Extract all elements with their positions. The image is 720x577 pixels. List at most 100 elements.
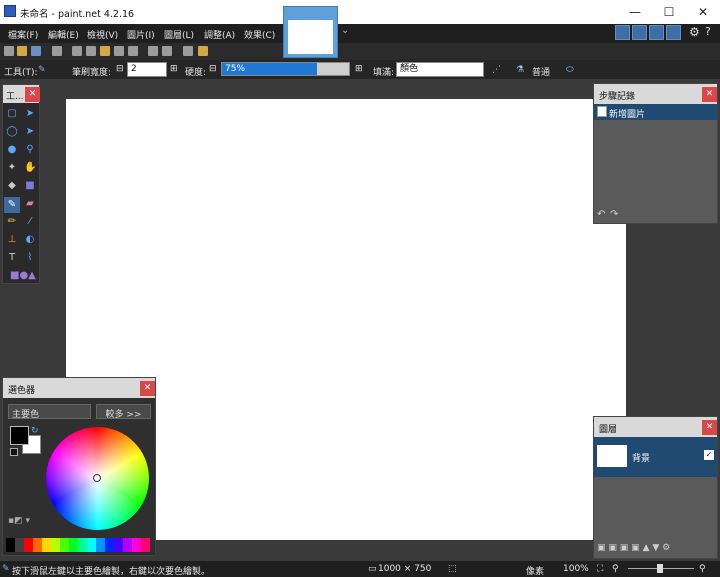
color-wheel-cursor[interactable] [93, 474, 101, 482]
menu-layers[interactable]: 圖層(L) [164, 28, 194, 41]
palette-menu-icon[interactable]: ▪◩ ▾ [8, 516, 30, 526]
shapes-icon[interactable]: ■●▲ [10, 270, 36, 282]
zoom-in-icon[interactable]: ⚲ [699, 564, 706, 574]
ruler-icon[interactable] [198, 46, 208, 56]
layer-row[interactable]: 背景 ✓ [594, 437, 717, 477]
zoom-out-icon[interactable]: ⚲ [612, 564, 619, 574]
increase-width-icon[interactable]: ⊞ [170, 64, 178, 74]
units-select[interactable]: 像素 [526, 564, 544, 577]
menu-view[interactable]: 檢視(V) [87, 28, 118, 41]
blend-mode-select[interactable]: 普通 [532, 65, 550, 78]
color-mode-select[interactable]: 主要色 [8, 404, 91, 420]
palette-swatch[interactable] [123, 538, 132, 552]
layers-window-icon[interactable] [649, 25, 664, 40]
selection-mode-icon[interactable]: ⬭ [566, 65, 574, 75]
palette-swatch[interactable] [24, 538, 33, 552]
color-palette[interactable] [6, 538, 151, 552]
paintbrush-icon[interactable]: ✎ [38, 65, 46, 75]
history-item[interactable]: 新增圖片 [594, 104, 717, 120]
clone-stamp-icon[interactable]: ⊥ [6, 234, 18, 246]
palette-swatch[interactable] [42, 538, 51, 552]
copy-icon[interactable] [86, 46, 96, 56]
redo-icon[interactable] [162, 46, 172, 56]
menu-edit[interactable]: 編輯(E) [48, 28, 79, 41]
move-selection-icon[interactable]: ➤ [24, 126, 36, 138]
palette-swatch[interactable] [141, 538, 150, 552]
grid-icon[interactable] [183, 46, 193, 56]
paint-bucket-icon[interactable]: ◆ [6, 180, 18, 192]
menu-file[interactable]: 檔案(F) [8, 28, 38, 41]
cut-icon[interactable] [72, 46, 82, 56]
menu-adjustments[interactable]: 調整(A) [204, 28, 235, 41]
antialias-icon[interactable]: ⋰ [492, 65, 501, 75]
more-colors-button[interactable]: 較多 >> [96, 404, 151, 420]
palette-swatch[interactable] [15, 538, 24, 552]
new-icon[interactable] [4, 46, 14, 56]
color-picker-icon[interactable]: ⁄ [24, 216, 36, 228]
recolor-icon[interactable]: ◐ [24, 234, 36, 246]
menu-image[interactable]: 圖片(I) [127, 28, 155, 41]
palette-swatch[interactable] [51, 538, 60, 552]
zoom-to-window-icon[interactable]: ⛶ [597, 564, 603, 574]
palette-swatch[interactable] [69, 538, 78, 552]
text-icon[interactable]: T [6, 252, 18, 264]
color-wheel[interactable] [46, 427, 149, 530]
undo-icon[interactable]: ↶ [597, 209, 605, 220]
help-icon[interactable]: ? [705, 25, 711, 38]
palette-swatch[interactable] [78, 538, 87, 552]
lasso-select-icon[interactable]: ◯ [6, 126, 18, 138]
primary-color-swatch[interactable] [10, 426, 29, 445]
line-curve-icon[interactable]: ⌇ [24, 252, 36, 264]
deselect-icon[interactable] [128, 46, 138, 56]
palette-swatch[interactable] [96, 538, 105, 552]
magic-wand-icon[interactable]: ✦ [6, 162, 18, 174]
undo-icon[interactable] [148, 46, 158, 56]
menu-effects[interactable]: 效果(C) [244, 28, 275, 41]
ellipse-select-icon[interactable]: ● [6, 144, 18, 156]
rectangle-select-icon[interactable]: ▢ [6, 108, 18, 120]
fill-select[interactable]: 顏色 [396, 62, 484, 77]
eraser-icon[interactable]: ▰ [24, 198, 36, 210]
decrease-hardness-icon[interactable]: ⊟ [209, 64, 217, 74]
reset-colors-icon[interactable] [10, 448, 18, 456]
move-up-icon[interactable]: ▲ [643, 543, 650, 553]
palette-swatch[interactable] [60, 538, 69, 552]
zoom-slider-thumb[interactable] [657, 564, 663, 573]
document-tab[interactable] [283, 6, 338, 58]
decrease-width-icon[interactable]: ⊟ [116, 64, 124, 74]
zoom-icon[interactable]: ⚲ [24, 144, 36, 156]
increase-hardness-icon[interactable]: ⊞ [355, 64, 363, 74]
chevron-down-icon[interactable]: ⌄ [341, 25, 349, 36]
properties-icon[interactable]: ⚙ [662, 543, 670, 553]
print-icon[interactable] [52, 46, 62, 56]
colors-close-button[interactable]: ✕ [140, 381, 155, 396]
palette-swatch[interactable] [132, 538, 141, 552]
colors-window-icon[interactable] [666, 25, 681, 40]
history-close-button[interactable]: ✕ [702, 87, 717, 102]
add-layer-icon[interactable]: ▣ [597, 543, 606, 553]
tools-window-icon[interactable] [615, 25, 630, 40]
hardness-slider[interactable]: 75% [221, 62, 350, 76]
tools-close-button[interactable]: ✕ [25, 87, 40, 102]
palette-swatch[interactable] [6, 538, 15, 552]
save-icon[interactable] [31, 46, 41, 56]
paste-icon[interactable] [100, 46, 110, 56]
merge-layer-icon[interactable]: ▣ [631, 543, 640, 553]
pan-icon[interactable]: ✋ [24, 162, 36, 174]
gradient-icon[interactable]: ■ [24, 180, 36, 192]
move-down-icon[interactable]: ▼ [652, 543, 659, 553]
zoom-value[interactable]: 100% [563, 564, 589, 574]
brush-width-input[interactable]: 2 [127, 62, 167, 77]
redo-icon[interactable]: ↷ [610, 209, 618, 220]
layer-visibility-checkbox[interactable]: ✓ [704, 450, 714, 460]
delete-layer-icon[interactable]: ▣ [608, 543, 617, 553]
history-window-icon[interactable] [632, 25, 647, 40]
layers-close-button[interactable]: ✕ [702, 420, 717, 435]
palette-swatch[interactable] [33, 538, 42, 552]
maximize-button[interactable]: ☐ [652, 0, 686, 24]
palette-swatch[interactable] [87, 538, 96, 552]
crop-icon[interactable] [114, 46, 124, 56]
open-icon[interactable] [17, 46, 27, 56]
palette-swatch[interactable] [114, 538, 123, 552]
close-button[interactable]: ✕ [686, 0, 720, 24]
